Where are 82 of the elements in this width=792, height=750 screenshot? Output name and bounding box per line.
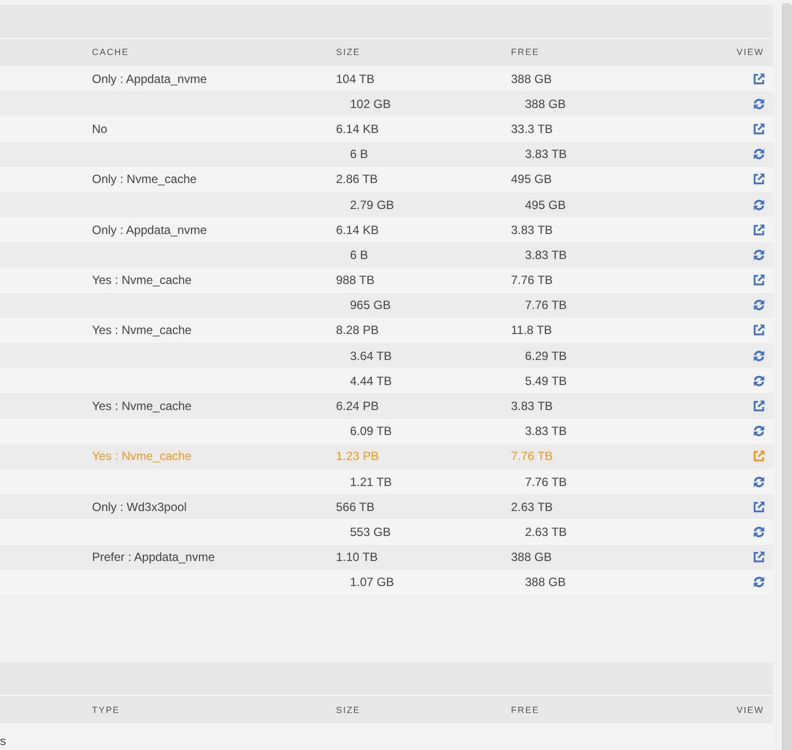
size-value: 102 GB	[350, 96, 391, 111]
free-value: 3.83 TB	[525, 248, 567, 262]
size-value: 4.44 TB	[350, 374, 392, 388]
refresh-icon[interactable]	[753, 248, 765, 261]
free-value: 388 GB	[525, 96, 566, 111]
size-value: 553 GB	[350, 524, 391, 539]
column-header: CACHE	[92, 47, 130, 58]
free-value: 7.76 TB	[511, 449, 553, 464]
cache-value: Prefer : Appdata_nvme	[92, 550, 215, 564]
size-value: 8.28 PB	[336, 323, 379, 338]
free-value: 495 GB	[525, 198, 566, 212]
size-value: 2.79 GB	[350, 198, 394, 212]
size-value: 1.10 TB	[336, 550, 378, 564]
free-value: 7.76 TB	[525, 298, 567, 312]
free-value: 388 GB	[511, 72, 552, 86]
free-value: 11.8 TB	[511, 323, 552, 338]
size-value: 2.86 TB	[336, 172, 378, 186]
size-value: 104 TB	[336, 72, 374, 86]
column-header: FREE	[511, 704, 540, 715]
free-value: 388 GB	[525, 575, 566, 590]
refresh-icon[interactable]	[753, 98, 765, 110]
cache-value: Only : Wd3x3pool	[92, 500, 187, 514]
cache-value: Yes : Nvme_cache	[92, 449, 192, 464]
free-value: 6.29 TB	[525, 348, 567, 363]
size-value: 1.21 TB	[350, 474, 392, 489]
size-value: 6.14 KB	[336, 222, 379, 237]
column-header: VIEW	[736, 704, 764, 715]
free-value: 7.76 TB	[525, 474, 567, 489]
free-value: 3.83 TB	[525, 424, 567, 438]
size-value: 6.24 PB	[336, 399, 379, 414]
cache-value: No	[92, 122, 108, 136]
size-value: 3.64 TB	[350, 348, 392, 363]
external-link-icon[interactable]	[753, 122, 765, 135]
column-header: VIEW	[736, 47, 764, 58]
size-value: 566 TB	[336, 500, 374, 514]
external-link-icon[interactable]	[753, 173, 765, 186]
size-value: 988 TB	[336, 273, 374, 288]
column-header: SIZE	[336, 704, 360, 715]
refresh-icon[interactable]	[753, 476, 765, 488]
cache-value: Yes : Nvme_cache	[92, 399, 192, 414]
refresh-icon[interactable]	[753, 425, 765, 438]
free-value: 388 GB	[511, 550, 552, 564]
size-value: 6 B	[350, 147, 368, 162]
refresh-icon[interactable]	[753, 350, 765, 362]
free-value: 5.49 TB	[525, 374, 567, 388]
external-link-icon[interactable]	[753, 400, 765, 412]
refresh-icon[interactable]	[753, 576, 765, 588]
size-value: 1.07 GB	[350, 575, 394, 590]
size-value: 1.23 PB	[336, 449, 379, 464]
size-value: 6 B	[350, 248, 368, 262]
free-value: 2.63 TB	[525, 524, 567, 539]
external-link-icon[interactable]	[753, 72, 765, 85]
free-value: 3.83 TB	[511, 399, 553, 414]
size-value: 6.14 KB	[336, 122, 379, 136]
refresh-icon[interactable]	[753, 526, 765, 538]
cache-value: Yes : Nvme_cache	[92, 273, 192, 288]
external-link-icon[interactable]	[753, 324, 765, 336]
external-link-icon[interactable]	[753, 274, 765, 286]
cache-value: Only : Appdata_nvme	[92, 72, 207, 86]
free-value: 495 GB	[511, 172, 552, 186]
cache-value: Only : Nvme_cache	[92, 172, 197, 186]
column-header: FREE	[511, 47, 540, 58]
free-value: 33.3 TB	[511, 122, 553, 136]
refresh-icon[interactable]	[753, 148, 765, 160]
refresh-icon[interactable]	[753, 374, 765, 387]
external-link-icon[interactable]	[753, 224, 765, 236]
external-link-icon[interactable]	[753, 551, 765, 564]
refresh-icon[interactable]	[753, 198, 765, 211]
size-value: 6.09 TB	[350, 424, 392, 438]
scrollbar-thumb[interactable]	[782, 3, 792, 750]
free-value: 7.76 TB	[511, 273, 553, 288]
cache-value: Only : Appdata_nvme	[92, 222, 207, 237]
column-header: TYPE	[92, 704, 120, 715]
cache-value: Yes : Nvme_cache	[92, 323, 192, 338]
size-value: 965 GB	[350, 298, 391, 312]
row-text: s	[0, 735, 6, 748]
free-value: 3.83 TB	[511, 222, 553, 237]
refresh-icon[interactable]	[753, 299, 765, 312]
column-header: SIZE	[336, 47, 360, 58]
external-link-icon[interactable]	[753, 500, 765, 513]
free-value: 2.63 TB	[511, 500, 553, 514]
free-value: 3.83 TB	[525, 147, 567, 162]
